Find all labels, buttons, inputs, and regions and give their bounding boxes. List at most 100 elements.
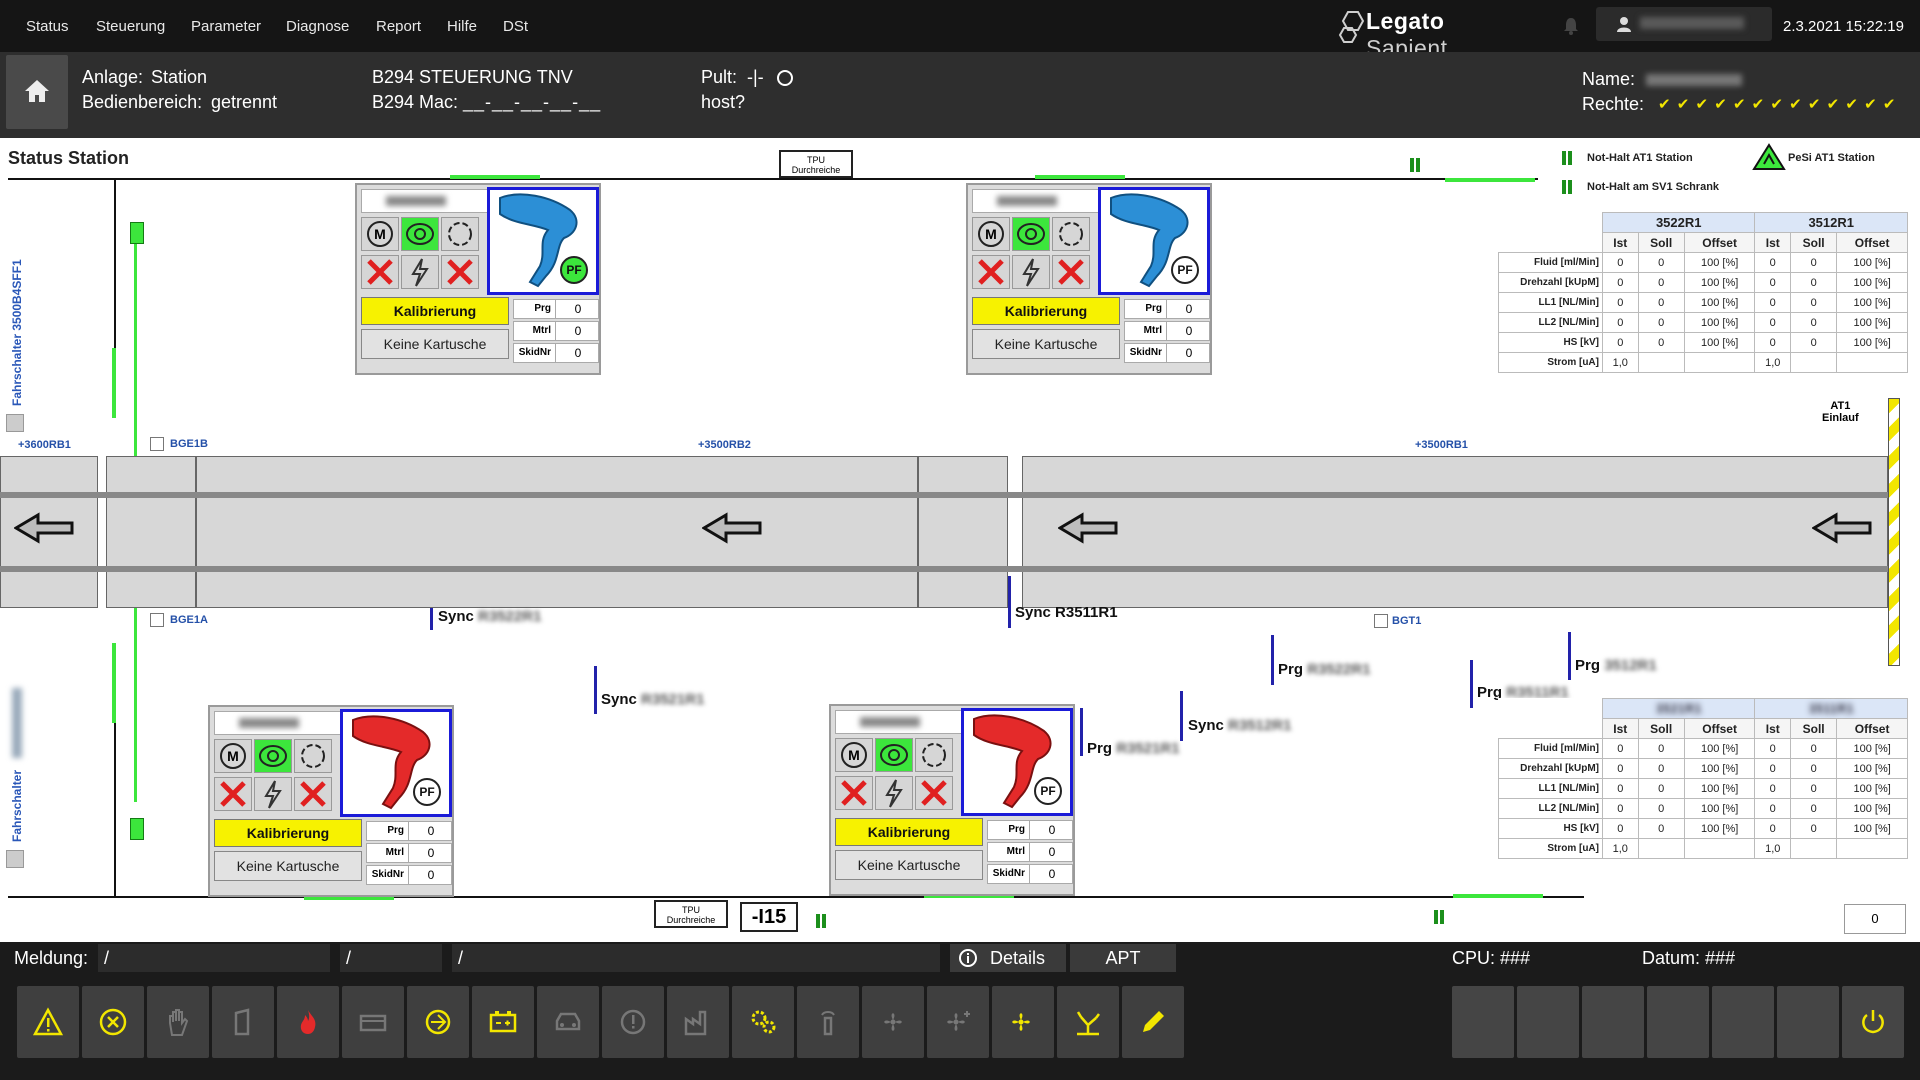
station-id-box: -I15 xyxy=(740,902,798,932)
robot-card-top-right[interactable]: M PF Kalibrierung Keine Kartusche Prg 0 M… xyxy=(966,183,1212,375)
factory-button[interactable] xyxy=(667,986,729,1058)
menu-diagnose[interactable]: Diagnose xyxy=(286,18,349,35)
cell: 0 xyxy=(1602,738,1639,759)
signal-button[interactable] xyxy=(797,986,859,1058)
cell: 1,0 xyxy=(1754,352,1792,373)
warning-button[interactable] xyxy=(17,986,79,1058)
col-offset: Offset xyxy=(1836,232,1908,253)
pf-status-badge: PF xyxy=(1034,777,1062,805)
col-ist: Ist xyxy=(1754,718,1792,739)
prg-value: 0 xyxy=(1048,823,1056,837)
fahrschalter-bottom-marker[interactable] xyxy=(130,818,144,840)
gears-button[interactable] xyxy=(732,986,794,1058)
function-button-4[interactable] xyxy=(1647,986,1709,1058)
meldung-field-2[interactable]: / xyxy=(340,944,442,972)
user-box[interactable] xyxy=(1596,7,1772,41)
cell: 0 xyxy=(1754,778,1792,799)
kalibrierung-status: Kalibrierung xyxy=(214,819,362,847)
fahrschalter-bottom-button[interactable] xyxy=(6,850,24,868)
prg-field: Prg 0 xyxy=(366,821,452,841)
menu-status[interactable]: Status xyxy=(26,18,69,35)
prg-text: Prg xyxy=(1575,657,1601,674)
bell-icon[interactable] xyxy=(1562,16,1580,36)
alarm-button[interactable] xyxy=(602,986,664,1058)
col-soll: Soll xyxy=(1637,718,1685,739)
robot-card-bottom-left[interactable]: M PF Kalibrierung Keine Kartusche Prg 0 M… xyxy=(208,705,454,897)
function-button-5[interactable] xyxy=(1712,986,1774,1058)
manual-button[interactable] xyxy=(147,986,209,1058)
bgt1-checkbox[interactable] xyxy=(1374,614,1388,628)
function-button-3[interactable] xyxy=(1582,986,1644,1058)
conveyor-segment-5 xyxy=(1022,456,1888,608)
drive-active-icon xyxy=(401,217,439,251)
edit-button[interactable] xyxy=(1122,986,1184,1058)
green-indicator xyxy=(1453,894,1543,898)
vehicle-button[interactable] xyxy=(537,986,599,1058)
fahrschalter-blurred-label xyxy=(12,688,22,758)
cell: 0 xyxy=(1637,292,1685,313)
cell: 0 xyxy=(1602,818,1639,839)
power-button[interactable] xyxy=(1842,986,1904,1058)
pult-value: -|- xyxy=(747,67,764,87)
function-button-6[interactable] xyxy=(1777,986,1839,1058)
green-indicator xyxy=(112,643,116,723)
bge1b-checkbox[interactable] xyxy=(150,437,164,451)
robot-name-blurred xyxy=(972,189,1100,213)
lightning-icon xyxy=(254,777,292,811)
cell: 0 xyxy=(1637,738,1685,759)
tpu-durchreiche-top[interactable]: TPU Durchreiche xyxy=(779,150,853,178)
menu-hilfe[interactable]: Hilfe xyxy=(447,18,477,35)
robot-card-bottom-right[interactable]: M PF Kalibrierung Keine Kartusche Prg 0 M… xyxy=(829,704,1075,896)
skidnr-key: SkidNr xyxy=(514,344,556,362)
at1-einlauf-gate xyxy=(1888,398,1900,666)
cell: 0 xyxy=(1754,798,1792,819)
cell: 100 [%] xyxy=(1836,758,1908,779)
error-x-icon xyxy=(294,777,332,811)
process-button[interactable] xyxy=(407,986,469,1058)
row-label: Fluid [ml/Min] xyxy=(1498,252,1603,273)
fan-active-button[interactable] xyxy=(992,986,1054,1058)
pf-status-badge: PF xyxy=(1171,256,1199,284)
tpu-durchreiche-bottom[interactable]: TPU Durchreiche xyxy=(654,900,728,928)
function-button-1[interactable] xyxy=(1452,986,1514,1058)
fan-plus-button[interactable] xyxy=(927,986,989,1058)
cell: 0 xyxy=(1790,332,1838,353)
meldung-field-3[interactable]: / xyxy=(452,944,940,972)
cell: 1,0 xyxy=(1754,838,1792,859)
table-row: Drehzahl [kUpM] 0 0 100 [%] 0 0 100 [%] xyxy=(1498,272,1908,293)
sync-label-1: Sync R3522R1 xyxy=(438,608,542,625)
function-button-2[interactable] xyxy=(1517,986,1579,1058)
robot-card-top-left[interactable]: M PF Kalibrierung Keine Kartusche Prg 0 M… xyxy=(355,183,601,375)
menu-steuerung[interactable]: Steuerung xyxy=(96,18,165,35)
menu-parameter[interactable]: Parameter xyxy=(191,18,261,35)
menu-dst[interactable]: DSt xyxy=(503,18,528,35)
door-button[interactable] xyxy=(212,986,274,1058)
battery-button[interactable] xyxy=(472,986,534,1058)
mtrl-key: Mtrl xyxy=(367,844,409,862)
sync-text: Sync xyxy=(601,691,637,708)
bge1a-checkbox[interactable] xyxy=(150,613,164,627)
row-label: Strom [uA] xyxy=(1498,838,1603,859)
cell: 0 xyxy=(1637,778,1685,799)
home-button[interactable] xyxy=(6,55,68,129)
cancel-button[interactable] xyxy=(82,986,144,1058)
fire-button[interactable] xyxy=(277,986,339,1058)
fan-button[interactable] xyxy=(862,986,924,1058)
table-row: LL1 [NL/Min] 0 0 100 [%] 0 0 100 [%] xyxy=(1498,778,1908,799)
details-button[interactable]: Details xyxy=(950,944,1066,972)
cell: 100 [%] xyxy=(1683,312,1756,333)
robot-tool-button[interactable] xyxy=(1057,986,1119,1058)
tpu-label: TPU Durchreiche xyxy=(666,905,716,925)
meldung-field-1[interactable]: / xyxy=(98,944,330,972)
fahrschalter-top-button[interactable] xyxy=(6,414,24,432)
kartusche-status: Keine Kartusche xyxy=(214,851,362,881)
apt-button[interactable]: APT xyxy=(1070,944,1176,972)
cell xyxy=(1836,838,1908,859)
skidnr-key: SkidNr xyxy=(988,865,1030,883)
conveyor-button[interactable] xyxy=(342,986,404,1058)
menu-report[interactable]: Report xyxy=(376,18,421,35)
row-label: LL1 [NL/Min] xyxy=(1498,292,1603,313)
fahrschalter-top-marker[interactable] xyxy=(130,222,144,244)
cell xyxy=(1637,352,1685,373)
mtrl-field: Mtrl 0 xyxy=(987,842,1073,862)
